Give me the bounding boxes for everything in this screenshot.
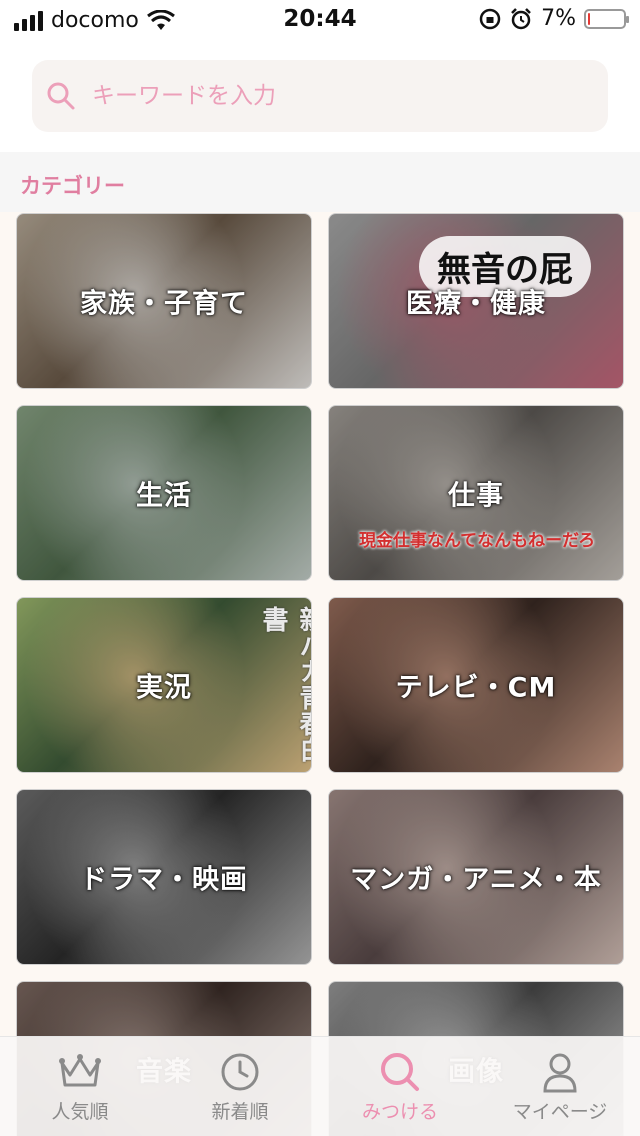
battery-percent: 7% [541, 6, 576, 31]
status-bar: docomo 20:44 7% [0, 0, 640, 40]
category-tile[interactable]: ドラマ・映画 [16, 789, 312, 965]
search-icon [381, 1053, 419, 1091]
crown-icon [59, 1054, 101, 1087]
rotation-lock-icon [479, 8, 501, 29]
status-right: 7% [479, 6, 629, 31]
category-tile[interactable]: 家族・子育て [16, 213, 312, 389]
person-icon [543, 1053, 577, 1093]
search-icon [47, 82, 75, 110]
nav-label-popular: 人気順 [51, 1101, 109, 1123]
category-label: 家族・子育て [80, 288, 248, 320]
category-label: テレビ・CM [395, 672, 557, 704]
category-tile[interactable]: マンガ・アニメ・本 [328, 789, 624, 965]
battery-level [588, 12, 591, 25]
category-tile[interactable]: 無音の屁 医療・健康 [328, 213, 624, 389]
category-tile[interactable]: テレビ・CM [328, 597, 624, 773]
search-input[interactable] [92, 83, 572, 109]
category-label: マンガ・アニメ・本 [350, 864, 602, 896]
category-tile[interactable]: 生活 [16, 405, 312, 581]
search-box[interactable] [32, 60, 608, 132]
category-label: ドラマ・映画 [80, 864, 248, 896]
category-label: 仕事 [448, 480, 504, 512]
nav-label-mypage: マイページ [512, 1101, 608, 1123]
nav-label-discover: みつける [361, 1101, 438, 1123]
clock-icon [221, 1053, 259, 1091]
category-tile[interactable]: 親バカ青春白書 実況 [16, 597, 312, 773]
bottom-nav: 人気順 新着順 みつける マイページ [0, 1036, 640, 1136]
nav-item-mypage[interactable]: マイページ [490, 1051, 630, 1124]
section-title: カテゴリー [0, 152, 640, 212]
category-label: 医療・健康 [406, 288, 546, 320]
category-image-caption: 現金仕事なんてなんもねーだろ [359, 531, 596, 551]
battery-icon [584, 8, 629, 29]
nav-item-discover[interactable]: みつける [330, 1051, 470, 1124]
nav-item-popular[interactable]: 人気順 [10, 1051, 150, 1124]
nav-item-newest[interactable]: 新着順 [170, 1051, 310, 1124]
category-label: 生活 [136, 480, 192, 512]
category-tile[interactable]: 現金仕事なんてなんもねーだろ 仕事 [328, 405, 624, 581]
nav-label-newest: 新着順 [211, 1101, 269, 1123]
alarm-icon [511, 7, 531, 29]
category-label: 実況 [136, 672, 192, 704]
search-area [0, 40, 640, 152]
